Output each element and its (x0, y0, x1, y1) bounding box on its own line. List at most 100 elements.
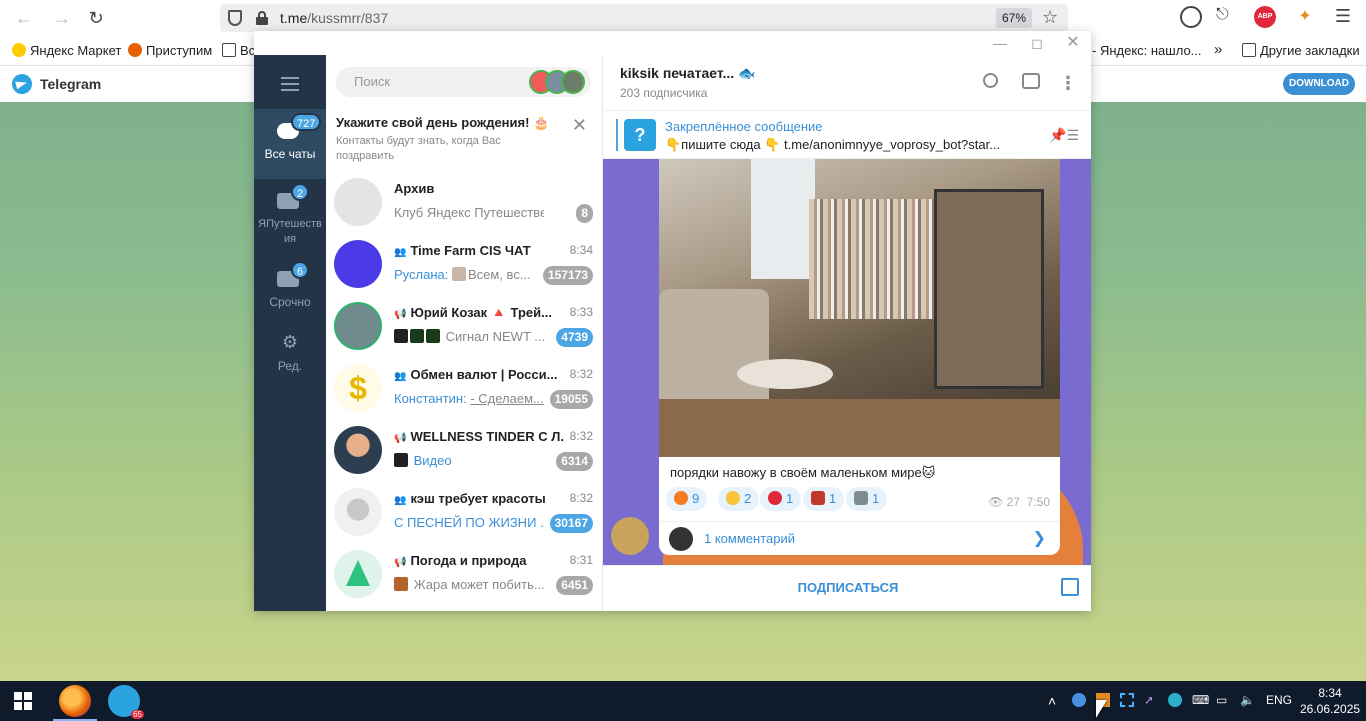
rocket-extension-icon[interactable]: ✦ (1294, 6, 1316, 28)
chat-item[interactable]: $ 👥 Обмен валют | Росси... 8:32 Константи… (326, 357, 602, 419)
gift-icon[interactable] (1061, 578, 1079, 596)
clock[interactable]: 8:34 26.06.2025 (1300, 685, 1360, 717)
taskbar: 65 ˄ ➚ ⌨ ▭ 🔈 ENG 8:34 26.06.2025 (0, 681, 1366, 721)
lock-icon[interactable] (256, 11, 268, 25)
folder-srochno[interactable]: 6 Срочно (254, 257, 326, 327)
bookmark-other[interactable]: Другие закладки (1242, 43, 1360, 58)
reload-button[interactable]: ↻ (84, 6, 108, 30)
search-icon[interactable] (983, 73, 998, 88)
forward-button[interactable]: → (50, 6, 74, 30)
reaction-heart[interactable]: 1 (760, 487, 802, 511)
close-window-button[interactable]: ✕ (1063, 33, 1083, 53)
folder-icon (1242, 43, 1256, 57)
language-indicator[interactable]: ENG (1266, 693, 1292, 707)
dollar-icon: $ (334, 364, 382, 412)
pinned-message[interactable]: ? Закреплённое сообщение 👇пишите сюда 👇 … (603, 111, 1091, 159)
birthday-subtitle: Контакты будут знать, когда Вас поздрави… (336, 135, 501, 162)
avatar (334, 426, 382, 474)
back-button[interactable]: ← (12, 6, 36, 30)
telegram-taskbar-icon[interactable]: 65 (108, 685, 144, 719)
telegram-window: — ◻ ✕ 727 Все чаты 2 ЯПутешествия 6 Сроч… (254, 31, 1091, 611)
zoom-level[interactable]: 67% (996, 8, 1033, 28)
tray-feather-icon[interactable]: ➚ (1144, 693, 1154, 707)
birthday-title: Укажите свой день рождения! 🎂 (336, 115, 550, 130)
group-icon: 👥 (394, 247, 407, 258)
chat-item[interactable]: 📢 WELLNESS TINDER С Л... 8:32 Видео 6314 (326, 419, 602, 481)
unread-badge: 30167 (549, 514, 593, 533)
hamburger-menu-icon[interactable] (281, 77, 299, 95)
chat-item[interactable]: 📢 Юрий Козак 🔺 Трей... 8:33 Сигнал NEWT .… (326, 295, 602, 357)
search-input[interactable]: Поиск (336, 67, 591, 97)
extensions-icon[interactable]: ⎋ (1216, 6, 1238, 28)
bookmark-folder[interactable]: Вс (222, 43, 255, 58)
channel-icon: 📢 (394, 309, 407, 320)
tray-app-icon[interactable] (1072, 693, 1086, 707)
network-icon[interactable]: ▭ (1216, 693, 1227, 707)
account-icon[interactable] (1180, 6, 1202, 28)
firefox-taskbar-icon[interactable] (53, 685, 97, 721)
screenshot-tool-icon[interactable] (1120, 693, 1134, 707)
chat-item[interactable]: 📢 Погода и природа 8:31 Жара может побить… (326, 543, 602, 605)
chat-item[interactable]: 👥 кэш требует красоты 8:32 С ПЕСНЕЙ ПО ЖИ… (326, 481, 602, 543)
conversation-header[interactable]: kiksik печатает... 🐟 203 подписчика ⋮ (603, 55, 1091, 111)
heart-face-icon (726, 491, 740, 505)
maximize-button[interactable]: ◻ (1027, 33, 1047, 53)
folder-rail: 727 Все чаты 2 ЯПутешествия 6 Срочно ⚙ Р… (254, 55, 326, 611)
story-avatar[interactable] (561, 70, 585, 94)
chevron-right-icon: ❯ (1032, 530, 1046, 547)
reaction-sticker-2[interactable]: 1 (846, 487, 888, 511)
windows-start-icon[interactable] (14, 692, 32, 710)
more-icon[interactable]: ⋮ (1059, 73, 1079, 93)
close-icon[interactable]: ✕ (572, 115, 587, 136)
reaction-sticker[interactable]: 1 (803, 487, 845, 511)
bookmark-pristupim[interactable]: Приступим (128, 43, 212, 58)
comments-button[interactable]: 1 комментарий ❯ (659, 521, 1060, 555)
subscribe-button[interactable]: ПОДПИСАТЬСЯ (773, 580, 923, 595)
more-bookmarks-icon[interactable]: » (1214, 41, 1222, 58)
subscriber-count: 203 подписчика (620, 86, 708, 100)
tray-chevron-icon[interactable]: ˄ (1048, 693, 1056, 709)
pinned-list-icon[interactable]: 📌☰ (1049, 127, 1079, 144)
chat-item[interactable]: 👥 Time Farm CIS ЧАТ 8:34 Руслана: Всем, в… (326, 233, 602, 295)
telegram-logo-icon (12, 74, 32, 94)
unread-badge: 157173 (542, 266, 593, 285)
folder-all-chats[interactable]: 727 Все чаты (254, 109, 326, 179)
tg-title: Telegram (40, 76, 102, 92)
menu-icon[interactable]: ☰ (1332, 6, 1354, 28)
fire-icon (674, 491, 688, 505)
tray-keyboard-icon[interactable]: ⌨ (1192, 693, 1209, 707)
folder-edit[interactable]: ⚙ Ред. (254, 321, 326, 391)
minimize-button[interactable]: — (990, 33, 1010, 53)
bookmark-yandex-market[interactable]: Яндекс Маркет (12, 43, 121, 58)
birthday-banner[interactable]: Укажите свой день рождения! 🎂 Контакты б… (326, 107, 602, 179)
reaction-fire[interactable]: 9 (666, 487, 708, 511)
volume-muted-icon[interactable]: 🔈 (1240, 693, 1255, 707)
folder-yaputeshestviya[interactable]: 2 ЯПутешествия (254, 179, 326, 257)
tray-app-icon[interactable] (1168, 693, 1182, 707)
media-thumb (452, 267, 466, 281)
tracking-shield-icon[interactable] (228, 10, 242, 26)
pinned-thumb: ? (624, 119, 656, 151)
mouse-cursor (1096, 700, 1107, 718)
download-button[interactable]: DOWNLOAD (1283, 73, 1355, 95)
heart-icon (768, 491, 782, 505)
reaction-heart-face[interactable]: 2 (718, 487, 760, 511)
bookmark-star-icon[interactable]: ☆ (1042, 7, 1058, 28)
pinned-text: 👇пишите сюда 👇 t.me/anonimnyye_voprosy_b… (665, 137, 1001, 152)
folder-badge: 727 (291, 113, 322, 131)
unread-badge: 4739 (556, 328, 593, 347)
folder-icon: 2 (277, 183, 310, 211)
address-bar[interactable]: t.me/kussmrr/837 67% ☆ (220, 4, 1068, 32)
group-icon: 👥 (394, 495, 407, 506)
post-photo[interactable] (659, 159, 1060, 457)
firefox-icon (128, 43, 142, 57)
bookmark-yandex[interactable]: - Яндекс: нашло... (1092, 43, 1202, 58)
url-text[interactable]: t.me/kussmrr/837 (280, 10, 388, 26)
channel-title: kiksik печатает... 🐟 (620, 65, 756, 81)
conversation-pane: kiksik печатает... 🐟 203 подписчика ⋮ ? … (603, 55, 1091, 611)
adblock-icon[interactable]: ABP (1254, 6, 1276, 28)
stories-strip[interactable] (529, 70, 585, 94)
channel-avatar[interactable] (611, 517, 649, 555)
sidebar-toggle-icon[interactable] (1022, 73, 1040, 89)
chat-item-archive[interactable]: Архив Клуб Яндекс Путешествен... 8 (326, 171, 602, 233)
